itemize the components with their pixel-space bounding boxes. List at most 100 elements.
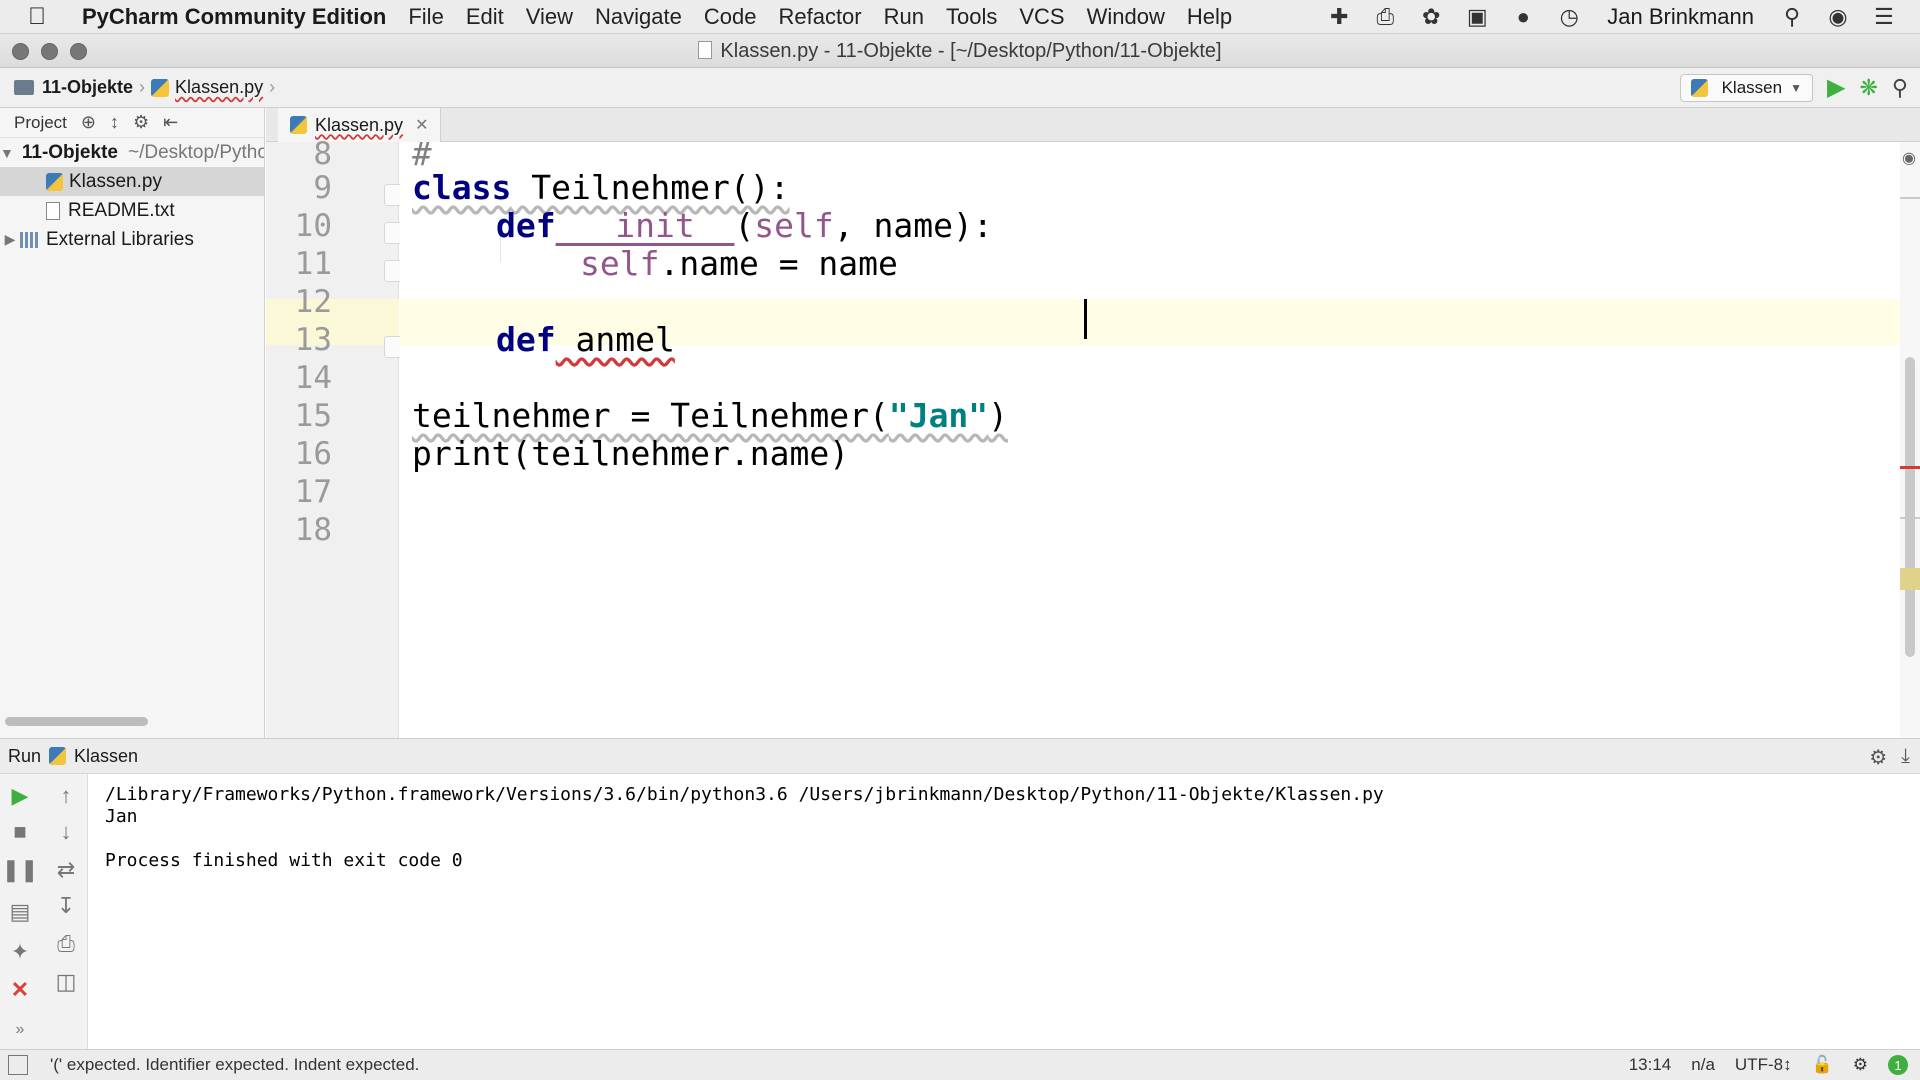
menu-view[interactable]: View	[526, 4, 573, 30]
gear-icon[interactable]: ⚙	[133, 112, 149, 133]
hide-panel-icon[interactable]: ⇤	[163, 112, 178, 133]
menu-edit[interactable]: Edit	[466, 4, 504, 30]
line-separator[interactable]: n/a	[1691, 1055, 1715, 1075]
menu-vcs[interactable]: VCS	[1019, 4, 1064, 30]
code-text: .name = name	[659, 244, 898, 283]
hide-panel-icon[interactable]: ⤓	[1901, 745, 1910, 770]
leaf-icon[interactable]: ✿	[1417, 3, 1445, 31]
library-icon	[20, 231, 40, 248]
menu-run[interactable]: Run	[884, 4, 924, 30]
menu-refactor[interactable]: Refactor	[778, 4, 861, 30]
more-icon[interactable]: »	[6, 1016, 34, 1044]
code-text: , name):	[833, 206, 993, 245]
tool-window-toggle-icon[interactable]	[8, 1055, 28, 1075]
menu-window[interactable]: Window	[1087, 4, 1165, 30]
code-text: teilnehmer = Teilnehmer(	[412, 396, 889, 435]
expand-arrow-icon[interactable]: ▼	[0, 145, 14, 161]
run-configuration-select[interactable]: Klassen ▼	[1679, 73, 1813, 102]
breadcrumb-project[interactable]: 11-Objekte	[42, 77, 133, 98]
trash-icon[interactable]: ◫	[52, 968, 80, 996]
spotlight-search-icon[interactable]: ⚲	[1778, 3, 1806, 31]
status-message[interactable]: '(' expected. Identifier expected. Inden…	[50, 1055, 419, 1075]
soft-wrap-icon[interactable]: ⇄	[52, 856, 80, 884]
expand-arrow-icon[interactable]: ▶	[0, 231, 20, 248]
close-icon[interactable]: ✕	[415, 115, 428, 135]
app-menu[interactable]: PyCharm Community Edition	[82, 4, 386, 30]
history-icon[interactable]: ◷	[1555, 3, 1583, 31]
event-log-badge[interactable]: 1	[1888, 1055, 1908, 1075]
menu-tools[interactable]: Tools	[946, 4, 997, 30]
run-toolbar: ▶ ↑ ■ ↓ ❚❚ ⇄ ▤ ↧ ⎙ ✦ ◫ ✕ »	[0, 774, 88, 1049]
pause-button[interactable]: ❚❚	[2, 856, 39, 884]
menu-file[interactable]: File	[408, 4, 443, 30]
code-text: )	[988, 396, 1009, 435]
user-name[interactable]: Jan Brinkmann	[1607, 4, 1754, 30]
error-stripe[interactable]: ◉	[1900, 142, 1920, 738]
tree-item-external-libraries[interactable]: ▶ External Libraries	[0, 225, 264, 254]
code-line-10: def __init__(self, name):	[496, 206, 993, 245]
run-configuration-label: Klassen	[1721, 77, 1783, 97]
restore-layout-icon[interactable]: ▤	[6, 898, 34, 926]
horizontal-scrollbar[interactable]	[5, 717, 148, 726]
scroll-to-end-icon[interactable]: ↧	[52, 892, 80, 920]
stripe-mark[interactable]	[1900, 197, 1920, 199]
inspector-icon[interactable]: ⚙	[1853, 1055, 1868, 1075]
run-button[interactable]: ▶	[1827, 73, 1845, 102]
navigation-bar: 11-Objekte › Klassen.py › Klassen ▼ ▶ ❋ …	[0, 68, 1920, 108]
printer-icon[interactable]: ⎙	[52, 930, 80, 958]
warning-marker[interactable]	[1900, 568, 1920, 590]
console-line: Jan	[105, 806, 138, 827]
menu-navigate[interactable]: Navigate	[595, 4, 682, 30]
breadcrumb-file[interactable]: Klassen.py	[175, 77, 263, 98]
code-line-16: print(teilnehmer.name)	[412, 434, 849, 473]
camera-icon[interactable]: ▣	[1463, 3, 1491, 31]
chat-icon[interactable]: ●	[1509, 3, 1537, 31]
code-line-11: self.name = name	[580, 244, 898, 283]
project-view-selector[interactable]: Project	[14, 113, 67, 133]
stop-button[interactable]: ■	[6, 818, 34, 846]
tree-item-klassen-py[interactable]: Klassen.py	[0, 167, 264, 196]
error-marker[interactable]	[1900, 466, 1920, 469]
siri-icon[interactable]: ◉	[1824, 3, 1852, 31]
line-number: 11	[294, 246, 332, 282]
keyword: class	[412, 168, 512, 207]
tree-item-label: Klassen.py	[69, 170, 162, 192]
plus-cross-icon[interactable]: ✚	[1325, 3, 1353, 31]
close-icon[interactable]: ✕	[6, 976, 34, 1004]
console-line: Process finished with exit code 0	[105, 850, 463, 871]
pin-icon[interactable]: ✦	[6, 938, 34, 966]
caret-position[interactable]: 13:14	[1629, 1055, 1672, 1075]
locate-file-icon[interactable]: ⊕	[81, 112, 96, 133]
tree-item-project-root[interactable]: ▼ 11-Objekte ~/Desktop/Python/11-Objekte	[0, 138, 264, 167]
arrow-up-icon[interactable]: ↑	[52, 782, 80, 810]
vertical-scrollbar[interactable]	[1905, 357, 1915, 657]
collapse-all-icon[interactable]: ↕	[110, 112, 119, 133]
code-editor[interactable]: # class Teilnehmer(): def __init__(self,…	[400, 142, 1900, 738]
string-literal: "Jan"	[888, 396, 989, 435]
editor-gutter: 8 9 10 11 12 13 14 15 16 17 18	[266, 136, 406, 738]
search-everywhere-icon[interactable]: ⚲	[1892, 75, 1908, 101]
eye-icon[interactable]: ◉	[1902, 148, 1916, 168]
gear-icon[interactable]: ⚙	[1869, 745, 1887, 770]
menu-help[interactable]: Help	[1187, 4, 1232, 30]
apple-menu-icon[interactable]: 	[28, 3, 68, 31]
tree-item-readme[interactable]: README.txt	[0, 196, 264, 225]
lock-icon[interactable]: 🔓	[1812, 1055, 1833, 1075]
rerun-button[interactable]: ▶	[6, 782, 34, 810]
run-header-actions: ⚙ ⤓	[1869, 745, 1910, 770]
python-file-icon	[49, 747, 67, 765]
run-console[interactable]: /Library/Frameworks/Python.framework/Ver…	[89, 774, 1920, 1049]
notification-list-icon[interactable]: ☰	[1870, 3, 1898, 31]
run-config-tab[interactable]: Klassen	[74, 746, 138, 767]
line-number: 12	[294, 284, 332, 320]
debug-button[interactable]: ❋	[1859, 75, 1877, 101]
code-text: print(teilnehmer.name)	[412, 434, 850, 473]
file-encoding[interactable]: UTF-8↕	[1735, 1055, 1792, 1075]
arrow-down-icon[interactable]: ↓	[52, 818, 80, 846]
printer-icon[interactable]: ⎙	[1371, 3, 1399, 31]
stripe-mark[interactable]	[1900, 517, 1920, 519]
macos-menu-bar:  PyCharm Community Edition File Edit Vi…	[0, 0, 1920, 34]
menu-code[interactable]: Code	[704, 4, 757, 30]
code-text: (	[734, 206, 755, 245]
